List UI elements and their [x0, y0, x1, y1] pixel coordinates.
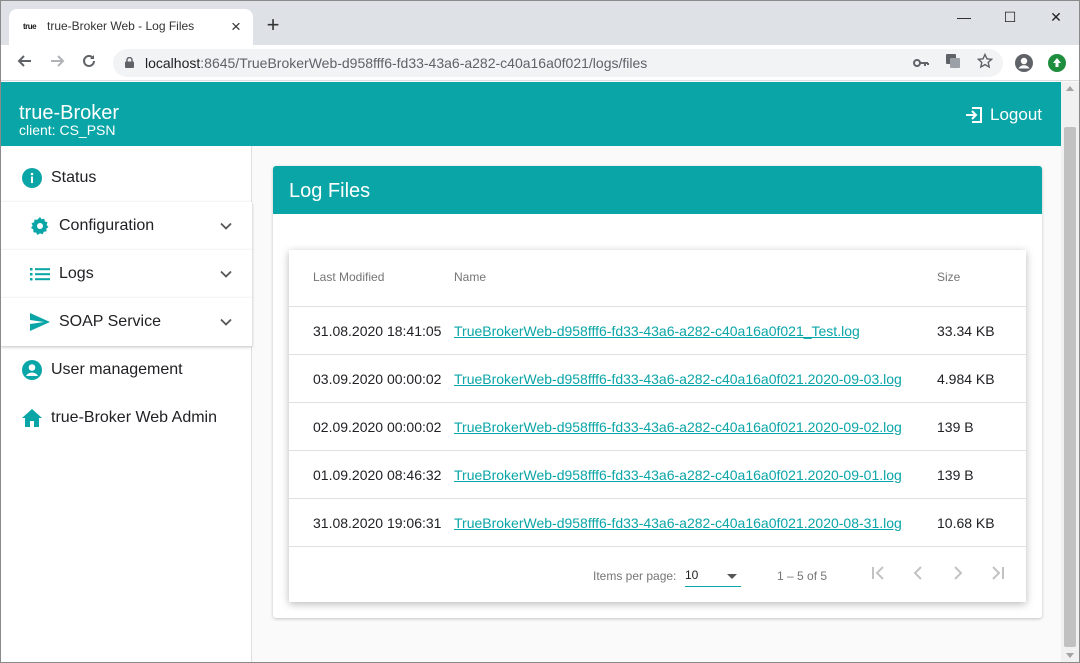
cell-size: 4.984 KB: [937, 371, 995, 387]
log-file-link[interactable]: TrueBrokerWeb-d958fff6-fd33-43a6-a282-c4…: [454, 515, 902, 531]
logout-icon: [966, 107, 982, 123]
star-icon[interactable]: [975, 52, 995, 73]
card-header: Log Files: [273, 166, 1042, 214]
app-header: true-Broker client: CS_PSN Logout: [1, 82, 1079, 146]
sidebar-item-logs[interactable]: Logs: [1, 250, 252, 298]
tab-close-icon[interactable]: ×: [227, 18, 245, 36]
sidebar-item-user-management[interactable]: User management: [1, 346, 252, 394]
log-file-link[interactable]: TrueBrokerWeb-d958fff6-fd33-43a6-a282-c4…: [454, 419, 902, 435]
lock-icon: [125, 57, 134, 68]
items-per-page-label: Items per page:: [593, 569, 677, 583]
profile-icon[interactable]: [1014, 53, 1034, 73]
last-page-icon[interactable]: [986, 561, 1010, 585]
sidebar-item-label: SOAP Service: [59, 313, 161, 330]
cell-size: 139 B: [937, 419, 974, 435]
home-icon: [21, 407, 43, 429]
cell-last-modified: 02.09.2020 00:00:02: [313, 419, 442, 435]
page-scrollbar[interactable]: [1061, 82, 1079, 662]
sidebar-item-label: Configuration: [59, 217, 155, 234]
maximize-button[interactable]: ☐: [995, 7, 1025, 27]
sidebar-item-admin-home[interactable]: true-Broker Web Admin: [1, 394, 252, 442]
chevron-down-icon[interactable]: [220, 316, 232, 328]
sidebar-item-label: true-Broker Web Admin: [51, 409, 217, 426]
back-arrow-icon[interactable]: [13, 51, 37, 75]
log-files-table: Last Modified Name Size 31.08.2020 18:41…: [289, 250, 1026, 602]
sidebar-item-label: Logs: [59, 265, 94, 282]
app-brand: true-Broker: [19, 102, 120, 124]
browser-window: true true-Broker Web - Log Files × + — ☐…: [0, 0, 1080, 663]
account-circle-icon: [21, 359, 43, 381]
key-icon[interactable]: [911, 53, 931, 73]
page-range-label: 1 – 5 of 5: [777, 569, 828, 583]
table-row: 01.09.2020 08:46:32 TrueBrokerWeb-d958ff…: [289, 450, 1026, 498]
dropdown-arrow-icon: [727, 574, 737, 579]
close-window-button[interactable]: ✕: [1041, 7, 1071, 27]
client-label: client: CS_PSN: [19, 122, 116, 138]
cell-size: 139 B: [937, 467, 974, 483]
favicon-icon: true: [23, 22, 37, 31]
gear-icon: [29, 215, 51, 237]
info-icon: [21, 167, 43, 189]
sidebar-item-label: Status: [51, 169, 97, 186]
cell-last-modified: 31.08.2020 19:06:31: [313, 515, 442, 531]
column-header-name[interactable]: Name: [454, 270, 486, 284]
scroll-up-arrow-icon[interactable]: [1066, 86, 1074, 91]
column-header-size[interactable]: Size: [937, 270, 960, 284]
table-row: 02.09.2020 00:00:02 TrueBrokerWeb-d958ff…: [289, 402, 1026, 450]
minimize-button[interactable]: —: [949, 7, 979, 27]
scroll-down-arrow-icon[interactable]: [1066, 653, 1074, 658]
sidebar-item-soap-service[interactable]: SOAP Service: [1, 298, 252, 346]
items-per-page-value: 10: [685, 568, 699, 582]
cell-last-modified: 01.09.2020 08:46:32: [313, 467, 442, 483]
logout-button[interactable]: Logout: [964, 104, 1042, 126]
table-row: 31.08.2020 18:41:05 TrueBrokerWeb-d958ff…: [289, 306, 1026, 354]
reload-icon[interactable]: [77, 51, 101, 75]
logout-label: Logout: [990, 105, 1042, 124]
chevron-down-icon[interactable]: [220, 268, 232, 280]
scrollbar-thumb[interactable]: [1064, 127, 1076, 647]
column-header-last-modified[interactable]: Last Modified: [313, 270, 384, 284]
sidebar-item-configuration[interactable]: Configuration: [1, 202, 252, 250]
table-row: 03.09.2020 00:00:02 TrueBrokerWeb-d958ff…: [289, 354, 1026, 402]
new-tab-button[interactable]: +: [263, 14, 283, 36]
log-file-link[interactable]: TrueBrokerWeb-d958fff6-fd33-43a6-a282-c4…: [454, 467, 902, 483]
cell-last-modified: 31.08.2020 18:41:05: [313, 323, 442, 339]
sidebar: Status Configuration Logs SOAP Service U…: [1, 146, 252, 662]
paginator: Items per page: 10 1 – 5 of 5: [289, 546, 1026, 602]
forward-arrow-icon[interactable]: [45, 51, 69, 75]
log-files-card: Log Files Last Modified Name Size 31.08.…: [273, 166, 1042, 618]
chevron-down-icon[interactable]: [220, 220, 232, 232]
update-icon[interactable]: [1048, 54, 1066, 72]
list-icon: [29, 263, 51, 285]
cell-last-modified: 03.09.2020 00:00:02: [313, 371, 442, 387]
items-per-page-select[interactable]: 10: [685, 565, 741, 587]
previous-page-icon[interactable]: [906, 561, 930, 585]
cell-size: 33.34 KB: [937, 323, 995, 339]
send-icon: [29, 311, 51, 333]
address-bar[interactable]: localhost:8645/TrueBrokerWeb-d958fff6-fd…: [113, 49, 1003, 77]
url-text: localhost:8645/TrueBrokerWeb-d958fff6-fd…: [145, 55, 648, 71]
table-row: 31.08.2020 19:06:31 TrueBrokerWeb-d958ff…: [289, 498, 1026, 546]
translate-icon[interactable]: [943, 53, 963, 73]
browser-tab[interactable]: true true-Broker Web - Log Files ×: [9, 9, 253, 45]
log-file-link[interactable]: TrueBrokerWeb-d958fff6-fd33-43a6-a282-c4…: [454, 323, 860, 339]
browser-toolbar: localhost:8645/TrueBrokerWeb-d958fff6-fd…: [1, 45, 1079, 81]
log-file-link[interactable]: TrueBrokerWeb-d958fff6-fd33-43a6-a282-c4…: [454, 371, 902, 387]
sidebar-item-status[interactable]: Status: [1, 154, 252, 202]
next-page-icon[interactable]: [946, 561, 970, 585]
tab-title: true-Broker Web - Log Files: [47, 19, 195, 33]
tab-strip: true true-Broker Web - Log Files × + — ☐…: [1, 1, 1079, 45]
page-title: Log Files: [289, 180, 371, 202]
cell-size: 10.68 KB: [937, 515, 995, 531]
first-page-icon[interactable]: [866, 561, 890, 585]
sidebar-item-label: User management: [51, 361, 183, 378]
